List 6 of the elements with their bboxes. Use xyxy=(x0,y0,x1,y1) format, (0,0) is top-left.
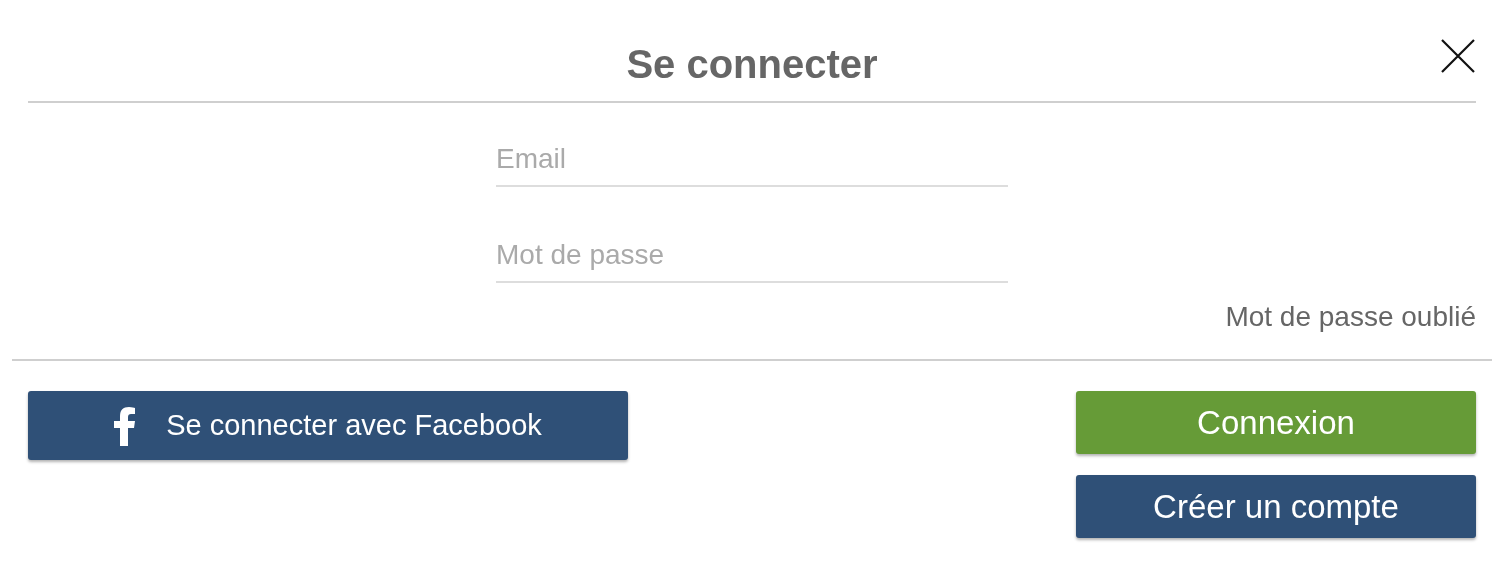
create-account-button[interactable]: Créer un compte xyxy=(1076,475,1476,538)
facebook-icon xyxy=(114,405,137,446)
forgot-password-link[interactable]: Mot de passe oublié xyxy=(1225,301,1476,333)
dialog-title: Se connecter xyxy=(626,41,878,87)
close-button[interactable] xyxy=(1440,38,1476,74)
facebook-login-button[interactable]: Se connecter avec Facebook xyxy=(28,391,628,460)
